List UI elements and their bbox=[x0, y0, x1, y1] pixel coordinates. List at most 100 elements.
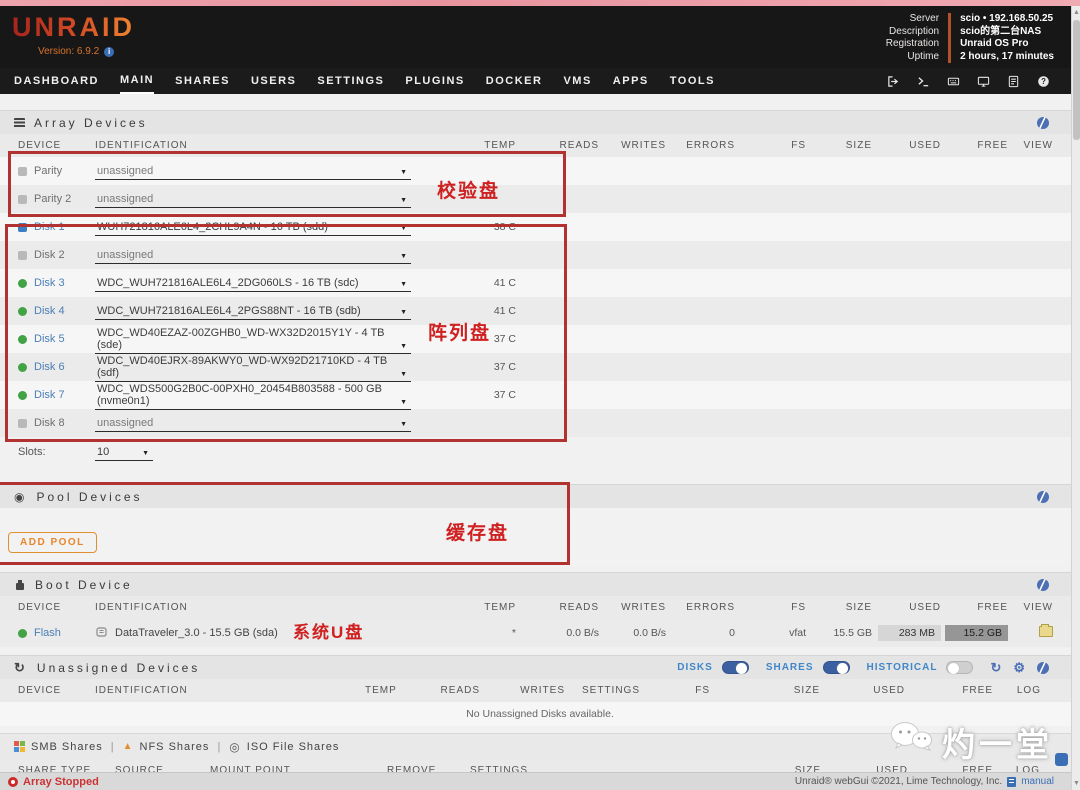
manual-link[interactable]: manual bbox=[1021, 776, 1054, 787]
gear-icon[interactable]: ⚙ bbox=[1013, 661, 1028, 674]
device-link[interactable]: Disk 1 bbox=[34, 221, 65, 233]
device-link[interactable]: Disk 5 bbox=[34, 333, 65, 345]
identification-select[interactable]: WDC_WUH721816ALE6L4_2DG060LS - 16 TB (sd… bbox=[95, 275, 411, 292]
writes-value: 0.0 B/s bbox=[633, 627, 666, 639]
identification-select[interactable]: WUH721816ALE6L4_2CHL9A4N - 16 TB (sdd) bbox=[95, 219, 411, 236]
nav-apps[interactable]: APPS bbox=[613, 69, 649, 93]
identification-select[interactable]: WDC_WDS500G2B0C-00PXH0_20454B803588 - 50… bbox=[95, 381, 411, 410]
shares-toggle[interactable] bbox=[822, 661, 850, 674]
used-meter: 283 MB bbox=[878, 625, 941, 641]
server-info-value: scio的第二台NAS bbox=[948, 25, 1054, 38]
identification-select[interactable]: WDC_WD40EZAZ-00ZGHB0_WD-WX32D2015Y1Y - 4… bbox=[95, 325, 411, 354]
array-status: Array Stopped bbox=[23, 775, 99, 788]
flash-icon bbox=[14, 579, 26, 591]
nav-docker[interactable]: DOCKER bbox=[486, 69, 543, 93]
status-bar: Array Stopped Unraid® webGui ©2021, Lime… bbox=[0, 772, 1080, 790]
nav-tools[interactable]: TOOLS bbox=[670, 69, 715, 93]
table-row: Disk 7 WDC_WDS500G2B0C-00PXH0_20454B8035… bbox=[0, 381, 1080, 410]
unassigned-table-header: DEVICE IDENTIFICATION TEMP READS WRITES … bbox=[0, 679, 1080, 702]
terminal-icon[interactable] bbox=[917, 75, 930, 88]
add-pool-button[interactable]: ADD POOL bbox=[8, 532, 97, 553]
tab-nfs-shares[interactable]: ▲ NFS Shares bbox=[123, 741, 210, 753]
nav-users[interactable]: USERS bbox=[251, 69, 296, 93]
fs-value: vfat bbox=[789, 627, 806, 639]
tab-smb-shares[interactable]: SMB Shares bbox=[14, 741, 103, 753]
unraid-logo: UNRAID bbox=[12, 12, 135, 42]
keyboard-icon[interactable] bbox=[947, 75, 960, 88]
identification-select[interactable]: unassigned bbox=[95, 191, 411, 208]
nav-dashboard[interactable]: DASHBOARD bbox=[14, 69, 99, 93]
chevron-down-icon bbox=[400, 249, 407, 261]
unassigned-devices-header: ↻ Unassigned Devices DISKS SHARES HISTOR… bbox=[0, 655, 1080, 679]
nav-settings[interactable]: SETTINGS bbox=[317, 69, 384, 93]
content: Array Devices DEVICE IDENTIFICATION TEMP… bbox=[0, 94, 1080, 782]
usb-drive-icon bbox=[95, 625, 108, 641]
scroll-up-icon[interactable] bbox=[1073, 9, 1080, 16]
tab-iso-file-shares[interactable]: ◎ ISO File Shares bbox=[229, 740, 339, 754]
device-link[interactable]: Disk 2 bbox=[34, 249, 65, 261]
unassigned-icon: ↻ bbox=[14, 660, 28, 675]
identification-select[interactable]: unassigned bbox=[95, 247, 411, 264]
server-info-value: scio • 192.168.50.25 bbox=[948, 13, 1054, 26]
slots-select[interactable]: 10 bbox=[95, 444, 153, 461]
help-icon[interactable]: ? bbox=[1037, 75, 1050, 88]
table-row: Disk 3 WDC_WUH721816ALE6L4_2DG060LS - 16… bbox=[0, 269, 1080, 297]
array-table-body: Parity unassigned Parity 2 unassigned Di… bbox=[0, 157, 1080, 437]
server-info-label: Uptime bbox=[907, 50, 940, 62]
device-link[interactable]: Disk 7 bbox=[34, 389, 65, 401]
scrollbar-thumb[interactable] bbox=[1073, 20, 1080, 140]
errors-value: 0 bbox=[729, 627, 735, 639]
server-info: Server scio • 192.168.50.25 Description … bbox=[886, 13, 1054, 63]
device-link[interactable]: Disk 3 bbox=[34, 277, 65, 289]
device-link[interactable]: Disk 8 bbox=[34, 417, 65, 429]
nav-plugins[interactable]: PLUGINS bbox=[405, 69, 464, 93]
disk-status-icon bbox=[18, 418, 27, 428]
disks-toggle[interactable] bbox=[721, 661, 749, 674]
device-link[interactable]: Disk 6 bbox=[34, 361, 65, 373]
app-header: UNRAID Version: 6.9.2 Server scio • 192.… bbox=[0, 6, 1080, 68]
temp-value: 37 C bbox=[493, 361, 516, 373]
array-devices-header: Array Devices bbox=[0, 110, 1080, 134]
log-icon[interactable] bbox=[1007, 75, 1020, 88]
pool-devices-header: ◉ Pool Devices bbox=[0, 484, 1080, 508]
device-link[interactable]: Parity 2 bbox=[34, 193, 71, 205]
identification-select[interactable]: WDC_WD40EJRX-89AKWY0_WD-WX92D21710KD - 4… bbox=[95, 353, 411, 382]
pool-devices-body: ADD POOL bbox=[0, 508, 1080, 566]
historical-toggle[interactable] bbox=[946, 661, 974, 674]
help-ball-icon[interactable] bbox=[1037, 661, 1049, 674]
server-info-label: Registration bbox=[885, 38, 940, 49]
device-link[interactable]: Disk 4 bbox=[34, 305, 65, 317]
identification-select[interactable]: unassigned bbox=[95, 415, 411, 432]
size-value: 15.5 GB bbox=[833, 627, 872, 639]
server-info-label: Server bbox=[909, 13, 940, 24]
temp-value: 37 C bbox=[493, 333, 516, 345]
help-ball-icon[interactable] bbox=[1037, 116, 1049, 129]
nav-vms[interactable]: VMS bbox=[563, 69, 591, 93]
slots-label: Slots: bbox=[18, 446, 46, 458]
disk-status-icon bbox=[18, 222, 27, 232]
display-icon[interactable] bbox=[977, 75, 990, 88]
chevron-down-icon bbox=[400, 339, 407, 351]
table-row: Disk 8 unassigned bbox=[0, 409, 1080, 437]
browse-folder-icon[interactable] bbox=[1039, 624, 1053, 637]
disk-status-icon bbox=[18, 362, 27, 372]
nav-shares[interactable]: SHARES bbox=[175, 69, 230, 93]
device-link[interactable]: Parity bbox=[34, 165, 62, 177]
logout-icon[interactable] bbox=[887, 75, 900, 88]
identification-select[interactable]: unassigned bbox=[95, 163, 411, 180]
identification-select[interactable]: WDC_WUH721816ALE6L4_2PGS88NT - 16 TB (sd… bbox=[95, 303, 411, 320]
section-title: Array Devices bbox=[34, 115, 148, 130]
scroll-down-icon[interactable] bbox=[1073, 780, 1080, 787]
device-link[interactable]: Flash bbox=[34, 627, 61, 639]
nav-icon-group: ? bbox=[887, 75, 1066, 88]
chevron-down-icon bbox=[400, 417, 407, 429]
info-icon[interactable] bbox=[104, 46, 115, 57]
nav-main[interactable]: MAIN bbox=[120, 68, 155, 94]
scrollbar[interactable] bbox=[1071, 0, 1080, 790]
historical-toggle-label: HISTORICAL bbox=[866, 662, 938, 673]
refresh-icon[interactable]: ↻ bbox=[990, 661, 1004, 674]
help-ball-icon[interactable] bbox=[1037, 490, 1049, 503]
section-title: Boot Device bbox=[35, 577, 133, 592]
help-ball-icon[interactable] bbox=[1037, 578, 1049, 591]
nfs-icon: ▲ bbox=[122, 741, 134, 752]
